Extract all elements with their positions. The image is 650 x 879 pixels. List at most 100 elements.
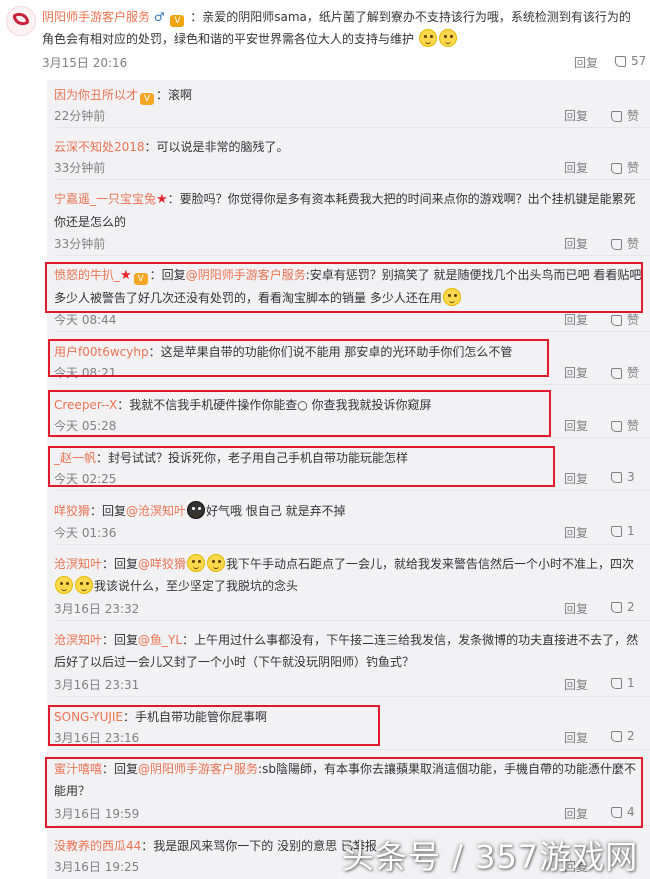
- thumbs-up-icon: [611, 472, 622, 483]
- thumbs-up-icon: [611, 239, 622, 250]
- reply-button[interactable]: 回复: [564, 729, 588, 746]
- like-button[interactable]: 赞: [611, 417, 639, 434]
- comment-meta: 3月15日 20:16 回复 57: [42, 54, 650, 72]
- avatar[interactable]: [6, 6, 36, 36]
- like-label: 赞: [627, 313, 640, 327]
- reply-text: 我该说什么，至少坚定了我脱坑的念头: [94, 579, 299, 593]
- like-button[interactable]: 1: [611, 676, 635, 690]
- thumbs-up-icon: [611, 368, 622, 379]
- reply-author[interactable]: 沧溟知叶: [54, 557, 102, 571]
- reply-text: ：可以说是非常的脑残了。: [144, 140, 289, 154]
- like-button[interactable]: 2: [611, 600, 635, 614]
- reply-button[interactable]: 回复: [564, 235, 588, 252]
- like-button[interactable]: 1: [611, 524, 635, 538]
- like-label: 赞: [627, 237, 640, 251]
- like-count: 1: [627, 524, 635, 538]
- mention-link[interactable]: @鱼_YL: [138, 633, 182, 647]
- highlight-box: [45, 262, 643, 313]
- reply-button[interactable]: 回复: [564, 524, 588, 541]
- like-count: 3: [627, 470, 635, 484]
- star-badge-icon: ★: [156, 192, 168, 207]
- like-count: 2: [627, 729, 635, 743]
- reply-item: 宁嘉遥_一只宝宝兔★：要脸吗？你觉得你是多有资本耗费我大把的时间来点你的游戏啊？…: [54, 180, 650, 256]
- thumbs-up-icon: [611, 731, 622, 742]
- reply-text: 好气哦 恨自己 就是弃不掉: [206, 504, 346, 518]
- like-button[interactable]: 赞: [611, 159, 639, 176]
- reply-author[interactable]: 云深不知处2018: [54, 140, 145, 154]
- reply-button[interactable]: 回复: [564, 600, 588, 617]
- highlight-box: [48, 339, 549, 377]
- reply-time: 今天 01:36: [54, 526, 117, 540]
- like-label: 赞: [627, 366, 640, 380]
- mention-link[interactable]: @咩狡猾: [138, 557, 186, 571]
- like-count: 2: [627, 600, 635, 614]
- reply-author[interactable]: 咩狡猾: [54, 504, 90, 518]
- reply-button[interactable]: 回复: [564, 676, 588, 693]
- comment-time: 3月15日 20:16: [42, 56, 128, 70]
- vip-badge-icon: V: [140, 93, 155, 105]
- highlight-box: [48, 705, 380, 746]
- highlight-box: [48, 446, 555, 487]
- logo-icon: [12, 10, 30, 28]
- highlight-box: [45, 757, 643, 828]
- reply-item: 云深不知处2018：可以说是非常的脑残了。 33分钟前 回复 赞: [54, 128, 650, 180]
- male-icon: ♂: [153, 10, 165, 24]
- verified-badge-icon: V: [170, 15, 185, 27]
- like-button[interactable]: 赞: [611, 364, 639, 381]
- like-button[interactable]: 赞: [611, 235, 639, 252]
- main-comment-body: 阴阳师手游客户服务 ♂ V ：亲爱的阴阳师sama，纸片菌了解到寮办不支持该行为…: [42, 6, 642, 50]
- main-comment: 阴阳师手游客户服务 ♂ V ：亲爱的阴阳师sama，纸片菌了解到寮办不支持该行为…: [42, 6, 650, 70]
- reply-text: 我下午手动点石距点了一会儿，就给我发来警告信然后一个小时不准上，四次: [226, 557, 635, 571]
- thumbs-up-icon: [611, 421, 622, 432]
- reply-prefix: ：回复: [90, 504, 127, 518]
- sweat-emoji-icon: [207, 554, 226, 572]
- like-label: 赞: [627, 419, 640, 433]
- reply-text: ：滚啊: [156, 88, 193, 102]
- sweat-emoji-icon: [55, 576, 73, 594]
- reply-time: 22分钟前: [54, 109, 106, 123]
- thumbs-up-icon: [611, 526, 622, 537]
- sweat-emoji-icon: [187, 554, 206, 572]
- sweat-emoji-icon: [75, 576, 93, 594]
- reply-author[interactable]: 宁嘉遥_一只宝宝兔: [54, 192, 156, 206]
- watermark: 头条号 / 357游戏网: [342, 838, 639, 876]
- reply-item: 沧溟知叶：回复@咩狡猾 我下午手动点石距点了一会儿，就给我发来警告信然后一个小时不…: [54, 545, 650, 621]
- reply-item: 沧溟知叶：回复@鱼_YL：上午用过什么事都没有，下午接二连三给我发信，发条微博的…: [54, 621, 650, 697]
- thumbs-up-icon: [611, 111, 622, 122]
- comment-author[interactable]: 阴阳师手游客户服务: [42, 10, 150, 24]
- reply-time: 今天 08:44: [54, 313, 117, 327]
- like-label: 赞: [627, 109, 640, 123]
- reply-button[interactable]: 回复: [564, 470, 588, 487]
- reply-prefix: ：回复: [102, 557, 139, 571]
- reply-author[interactable]: 没教养的西瓜44: [54, 839, 141, 853]
- reply-button[interactable]: 回复: [564, 159, 588, 176]
- smiley-emoji-icon: [418, 29, 437, 47]
- reply-time: 3月16日 19:25: [54, 860, 140, 874]
- reply-button[interactable]: 回复: [564, 107, 588, 124]
- thumbs-up-icon: [615, 56, 626, 67]
- reply-item: 咩狡猾：回复@沧溟知叶 好气哦 恨自己 就是弃不掉 今天 01:36 回复 1: [54, 491, 650, 545]
- highlight-box: [48, 390, 551, 437]
- like-button[interactable]: 57: [615, 54, 646, 68]
- mention-link[interactable]: @沧溟知叶: [126, 504, 186, 518]
- thumbs-up-icon: [611, 678, 622, 689]
- like-label: 赞: [627, 161, 640, 175]
- like-button[interactable]: 2: [611, 729, 635, 743]
- smiley-emoji-icon: [438, 29, 457, 47]
- reply-button[interactable]: 回复: [574, 54, 598, 71]
- reply-prefix: ：回复: [102, 633, 139, 647]
- reply-button[interactable]: 回复: [564, 364, 588, 381]
- reply-button[interactable]: 回复: [564, 417, 588, 434]
- reply-time: 33分钟前: [54, 161, 106, 175]
- panda-emoji-icon: [187, 501, 206, 519]
- like-button[interactable]: 3: [611, 470, 635, 484]
- like-count: 1: [627, 676, 635, 690]
- reply-author[interactable]: 因为你丑所以才: [54, 88, 138, 102]
- like-count: 57: [631, 54, 647, 68]
- like-button[interactable]: 赞: [611, 311, 639, 328]
- like-button[interactable]: 赞: [611, 107, 639, 124]
- thumbs-up-icon: [611, 602, 622, 613]
- reply-author[interactable]: 沧溟知叶: [54, 633, 102, 647]
- reply-button[interactable]: 回复: [564, 311, 588, 328]
- reply-time: 33分钟前: [54, 237, 106, 251]
